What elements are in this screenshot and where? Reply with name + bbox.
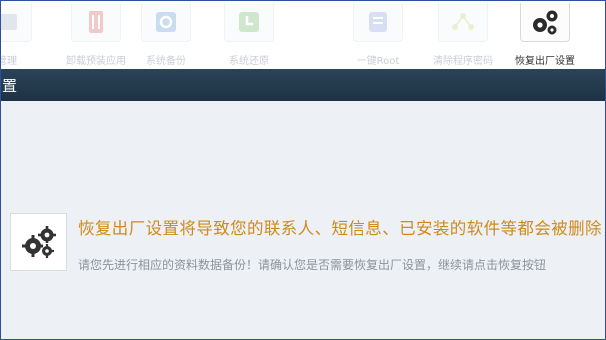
toolbar-item-label: 清除程序密码: [433, 56, 493, 67]
toolbar-item-label: 一键Root: [356, 56, 400, 67]
page-title: 置: [2, 77, 19, 95]
warning-icon-box: [10, 213, 67, 271]
toolbar-item-factory-reset[interactable]: 恢复出厂设置: [509, 1, 581, 69]
warning-description: 请您先进行相应的资料数据备份！请确认您是否需要恢复出厂设置，继续请点击恢复按钮: [78, 258, 547, 272]
page-title-bar: 置: [1, 69, 605, 101]
toolbar-item-uninstall-preinstalled[interactable]: 卸载预装应用: [56, 1, 136, 69]
toolbar: 管理 卸载预装应用 系统备份: [1, 1, 605, 69]
toolbar-item-clear-app-password[interactable]: 清除程序密码: [426, 1, 500, 69]
toolbar-item-one-click-root[interactable]: 一键Root: [348, 1, 408, 69]
toolbar-item-label: 系统还原: [229, 56, 269, 67]
restore-icon: [224, 3, 274, 42]
toolbar-item-label: 系统备份: [146, 56, 186, 67]
tool-icon: [1, 3, 32, 42]
app-window: 管理 卸载预装应用 系统备份: [0, 0, 606, 340]
toolbar-item-label: 恢复出厂设置: [515, 56, 575, 67]
gear-icon: [141, 3, 191, 42]
toolbar-item-system-restore[interactable]: 系统还原: [219, 1, 279, 69]
gears-icon: [520, 3, 570, 42]
trash-icon: [71, 3, 121, 42]
toolbar-item-label: 管理: [1, 56, 17, 67]
toolbar-item-label: 卸载预装应用: [66, 56, 126, 67]
warning-title: 恢复出厂设置将导致您的联系人、短信息、已安装的软件等都会被删除: [78, 219, 602, 238]
unlock-icon: [438, 3, 488, 42]
root-icon: [353, 3, 403, 42]
toolbar-item-manage[interactable]: 管理: [1, 1, 37, 69]
gears-icon: [21, 226, 56, 258]
toolbar-item-system-backup[interactable]: 系统备份: [136, 1, 196, 69]
